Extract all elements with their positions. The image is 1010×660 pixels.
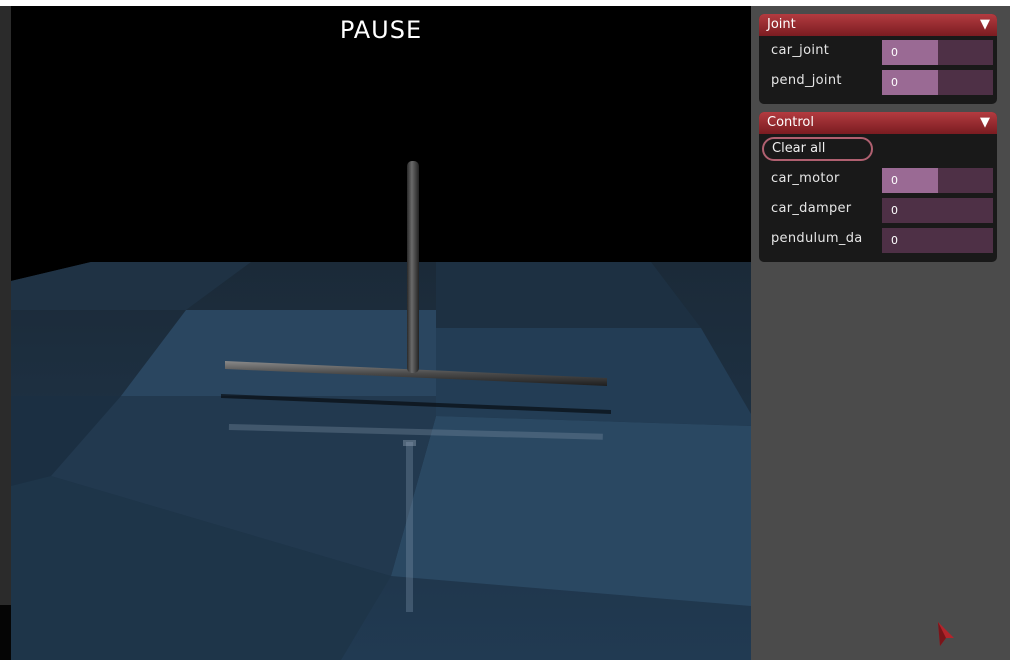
slider-value: 0 [891, 204, 898, 217]
pend-joint-slider[interactable]: 0 [882, 70, 993, 95]
pointer-icon [938, 622, 954, 646]
control-label: pendulum_da [771, 231, 863, 246]
joint-panel-title: Joint [767, 17, 796, 32]
triangle-down-icon[interactable]: ▼ [980, 112, 990, 134]
joint-row-pend-joint: pend_joint 0 [759, 66, 997, 96]
car-motor-slider[interactable]: 0 [882, 168, 993, 193]
pole-reflection [406, 442, 413, 612]
car-damper-slider[interactable]: 0 [882, 198, 993, 223]
3d-viewport[interactable]: PAUSE [11, 6, 751, 660]
joint-label: pend_joint [771, 73, 842, 88]
left-window-edge-bottom [0, 605, 11, 660]
scene-render [11, 161, 751, 660]
floor-tile [391, 416, 751, 606]
car-joint-slider[interactable]: 0 [882, 40, 993, 65]
pendulum-damper-slider[interactable]: 0 [882, 228, 993, 253]
joint-row-car-joint: car_joint 0 [759, 36, 997, 66]
control-panel: Control ▼ Clear all car_motor 0 car_damp… [759, 112, 997, 262]
joint-panel-header[interactable]: Joint ▼ [759, 14, 997, 36]
control-label: car_motor [771, 171, 840, 186]
triangle-down-icon[interactable]: ▼ [980, 14, 990, 36]
pole-reflection-cap [403, 440, 416, 446]
slider-value: 0 [891, 234, 898, 247]
clear-all-button[interactable]: Clear all [762, 137, 873, 161]
control-label: car_damper [771, 201, 852, 216]
slider-value: 0 [891, 46, 898, 59]
slider-value: 0 [891, 76, 898, 89]
pause-status: PAUSE [339, 16, 423, 44]
control-row-pendulum-damper: pendulum_da 0 [759, 224, 997, 254]
control-panel-title: Control [767, 115, 814, 130]
control-row-car-damper: car_damper 0 [759, 194, 997, 224]
joint-panel: Joint ▼ car_joint 0 pend_joint 0 [759, 14, 997, 104]
control-row-clear: Clear all [759, 134, 997, 164]
ui-sidebar: Joint ▼ car_joint 0 pend_joint 0 Control… [751, 6, 1010, 660]
control-row-car-motor: car_motor 0 [759, 164, 997, 194]
slider-value: 0 [891, 174, 898, 187]
pendulum-pole [407, 161, 419, 373]
control-panel-header[interactable]: Control ▼ [759, 112, 997, 134]
joint-label: car_joint [771, 43, 830, 58]
left-window-edge [0, 6, 11, 660]
